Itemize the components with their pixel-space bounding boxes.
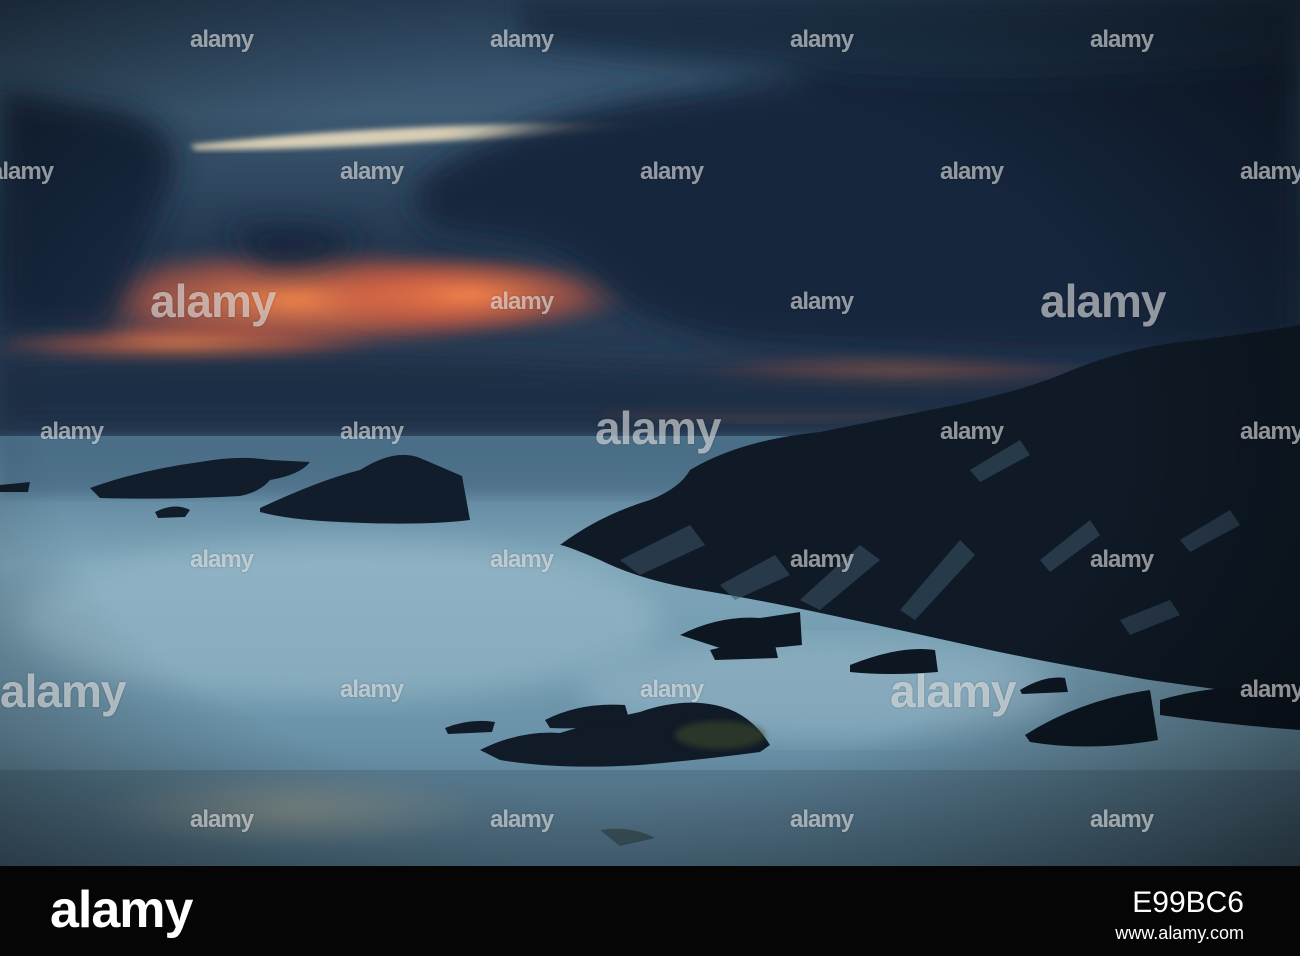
watermark-text: alamy [340, 418, 404, 445]
alamy-logo[interactable]: alamy [50, 884, 193, 936]
watermark-text: alamy [1240, 418, 1300, 445]
watermark-text: alamy [1090, 546, 1154, 573]
watermark-text: alamy [490, 806, 554, 833]
stock-photo-frame: alamy alamy alamy alamy alamy alamy alam… [0, 0, 1300, 956]
watermark-text: alamy [790, 288, 854, 315]
watermark-text: alamy [490, 546, 554, 573]
watermark-text: alamy [1090, 26, 1154, 53]
watermark-text: alamy [640, 158, 704, 185]
watermark-text: alamy [790, 546, 854, 573]
watermark-text: alamy [640, 676, 704, 703]
watermark-text: alamy [940, 418, 1004, 445]
watermark-text: alamy [790, 806, 854, 833]
site-url[interactable]: www.alamy.com [1115, 924, 1244, 942]
watermark-logo: alamy [595, 402, 721, 454]
watermark-text: alamy [340, 158, 404, 185]
watermark-text: alamy [190, 26, 254, 53]
watermark-logo: alamy [1040, 275, 1166, 327]
watermark-logo: alamy [890, 665, 1016, 717]
watermark-text: alamy [40, 418, 104, 445]
watermark-text: alamy [1240, 158, 1300, 185]
watermark-text: alamy [940, 158, 1004, 185]
watermark-logo: alamy [0, 665, 126, 717]
watermark-text: alamy [490, 26, 554, 53]
watermark-text: alamy [1240, 676, 1300, 703]
watermark-text: alamy [0, 158, 54, 185]
watermark-text: alamy [790, 26, 854, 53]
stock-footer-bar: alamy E99BC6 www.alamy.com [0, 866, 1300, 956]
image-id: E99BC6 [1132, 886, 1244, 919]
watermark-text: alamy [340, 676, 404, 703]
seascape-photo: alamy alamy alamy alamy alamy alamy alam… [0, 0, 1300, 866]
watermark-text: alamy [490, 288, 554, 315]
watermark-logo: alamy [150, 275, 276, 327]
watermark-text: alamy [1090, 806, 1154, 833]
watermark-text: alamy [190, 806, 254, 833]
watermark-text: alamy [190, 546, 254, 573]
